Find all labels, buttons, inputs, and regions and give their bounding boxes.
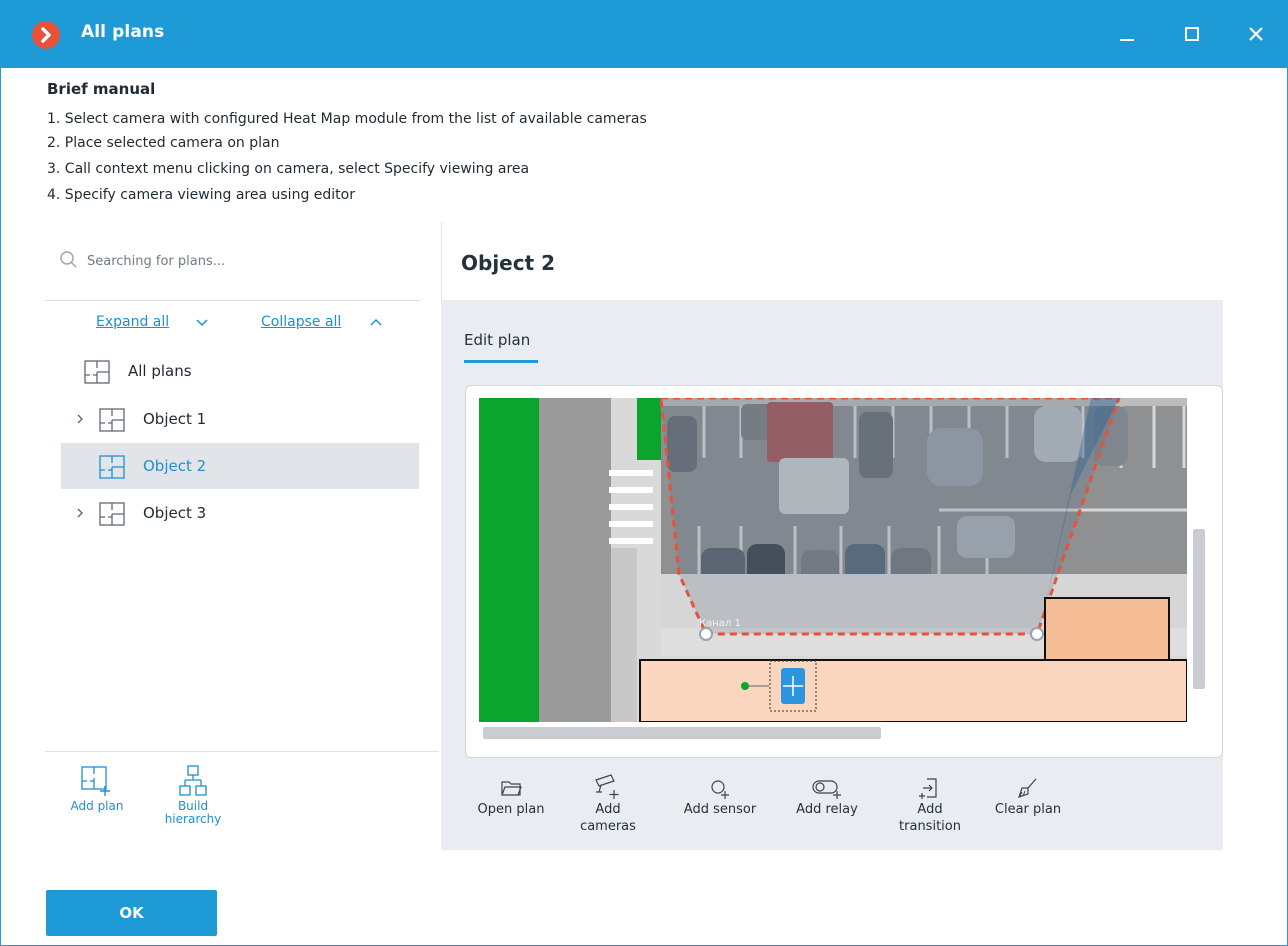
collapse-all-link[interactable]: Collapse all (261, 314, 341, 330)
manual-step: 2. Place selected camera on plan (47, 135, 280, 151)
hierarchy-icon (179, 765, 207, 796)
close-button[interactable] (1241, 19, 1271, 49)
manual-step: 3. Call context menu clicking on camera,… (47, 161, 530, 177)
search-icon (60, 251, 77, 268)
build-hierarchy-label: Build (177, 799, 209, 813)
manual-title: Brief manual (47, 80, 156, 98)
plan-icon (99, 408, 125, 432)
chevron-up-icon[interactable] (369, 317, 383, 327)
add-transition-button[interactable]: Add transition (889, 776, 971, 835)
add-sensor-icon (711, 780, 729, 799)
add-cameras-button[interactable]: Add cameras (573, 772, 643, 835)
clear-plan-label: Clear plan (994, 802, 1062, 817)
add-sensor-label: Add sensor (683, 802, 757, 817)
all-plans-window: All plans Brief manual 1. Select camera … (0, 0, 1288, 946)
tree-item-all-plans[interactable]: All plans (61, 348, 419, 394)
close-icon (1249, 27, 1263, 41)
add-relay-button[interactable]: Add relay (785, 776, 869, 818)
tree-item-label: Object 3 (143, 504, 207, 522)
add-relay-icon (812, 780, 841, 799)
maximize-button[interactable] (1177, 19, 1207, 49)
add-plan-icon (81, 766, 110, 796)
add-cameras-label: Add (595, 802, 621, 817)
app-logo-icon (32, 21, 60, 49)
plan-title: Object 2 (461, 251, 556, 275)
add-relay-label: Add relay (796, 802, 858, 817)
add-sensor-button[interactable]: Add sensor (674, 776, 766, 818)
add-transition-icon (919, 778, 937, 799)
tab-edit-plan[interactable]: Edit plan (464, 331, 530, 349)
tree-item-label: All plans (128, 362, 192, 380)
manual-step: 4. Specify camera viewing area using edi… (47, 187, 355, 203)
tree-item-object-1[interactable]: Object 1 (61, 396, 419, 442)
broom-icon (1018, 778, 1037, 798)
tree-item-object-3[interactable]: Object 3 (61, 490, 419, 536)
chevron-right-icon[interactable] (75, 413, 85, 425)
ok-button[interactable]: OK (46, 890, 217, 936)
window-title: All plans (81, 22, 165, 42)
plan-camera-label: Канал 1 (699, 618, 741, 629)
add-plan-label: Add plan (70, 799, 124, 813)
search-input[interactable] (87, 246, 407, 276)
tree-item-object-2[interactable]: Object 2 (61, 443, 419, 489)
build-hierarchy-label: hierarchy (164, 812, 222, 826)
plan-icon (99, 502, 125, 526)
tree-item-label: Object 2 (143, 457, 207, 475)
add-plan-button[interactable]: Add plan (59, 764, 135, 813)
minimize-button[interactable] (1112, 19, 1142, 49)
chevron-right-icon[interactable] (75, 507, 85, 519)
minimize-icon (1120, 39, 1134, 41)
vertical-scrollbar[interactable] (1193, 529, 1205, 689)
plan-header (441, 222, 1223, 300)
add-camera-icon (595, 774, 619, 799)
plan-icon (99, 455, 125, 479)
build-hierarchy-button[interactable]: Build hierarchy (151, 764, 235, 826)
open-plan-button[interactable]: Open plan (468, 776, 554, 818)
plan-image[interactable]: Канал 1 (479, 398, 1187, 722)
title-bar: All plans (1, 0, 1288, 68)
tab-active-indicator (464, 360, 538, 363)
plan-icon (84, 360, 110, 384)
search-divider (45, 300, 420, 301)
maximize-icon (1185, 27, 1199, 41)
tree-item-label: Object 1 (143, 410, 207, 428)
add-cameras-label: cameras (580, 819, 636, 834)
folder-open-icon (501, 781, 522, 796)
horizontal-scrollbar[interactable] (483, 727, 881, 739)
add-transition-label: Add (917, 802, 943, 817)
clear-plan-button[interactable]: Clear plan (985, 776, 1071, 818)
sidebar-divider (45, 751, 439, 752)
open-plan-label: Open plan (477, 802, 545, 817)
add-transition-label: transition (899, 819, 961, 834)
expand-all-link[interactable]: Expand all (96, 314, 169, 330)
chevron-down-icon[interactable] (195, 318, 209, 328)
manual-step: 1. Select camera with configured Heat Ma… (47, 111, 647, 127)
